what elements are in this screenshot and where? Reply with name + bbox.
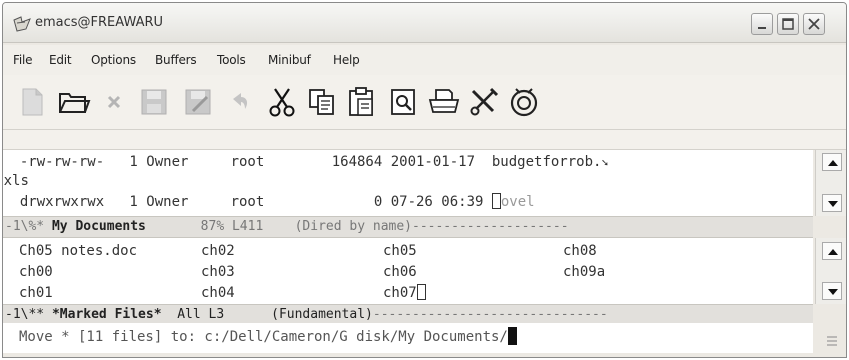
save-as-button[interactable] xyxy=(181,85,215,119)
menu-options[interactable]: Options xyxy=(91,53,136,67)
customize-button[interactable] xyxy=(467,85,501,119)
copy-icon xyxy=(309,89,334,115)
minibuffer[interactable]: Move * [11 files] to: c:/Dell/Cameron/G … xyxy=(3,323,813,353)
minimize-icon xyxy=(758,27,766,29)
save-button[interactable] xyxy=(137,85,171,119)
help-icon xyxy=(510,88,538,117)
dired-scrollbar[interactable] xyxy=(815,150,846,216)
menu-edit[interactable]: Edit xyxy=(49,53,72,67)
new-file-button[interactable] xyxy=(15,85,49,119)
scroll-down-button[interactable] xyxy=(822,282,842,300)
file-entry[interactable]: ch05 xyxy=(383,240,417,262)
scroll-up-button[interactable] xyxy=(822,242,842,260)
scroll-up-button[interactable] xyxy=(822,153,842,171)
close-icon xyxy=(808,18,820,30)
dired-pane[interactable]: -rw-rw-rw- 1 Owner root 164864 2001-01-1… xyxy=(3,150,813,216)
file-entry[interactable]: ch00 xyxy=(19,261,53,283)
new-file-icon xyxy=(22,88,43,116)
file-entry[interactable]: ch02 xyxy=(201,240,235,262)
emacs-window: emacs@FREAWARU File Edit Options Buffers… xyxy=(2,2,847,358)
file-entry[interactable]: ch03 xyxy=(201,261,235,283)
emacs-app-icon xyxy=(13,16,31,32)
file-entry[interactable]: ch06 xyxy=(383,261,417,283)
menu-file[interactable]: File xyxy=(13,53,32,67)
undo-button[interactable] xyxy=(223,85,257,119)
customize-icon xyxy=(470,87,499,116)
arrow-down-icon xyxy=(828,201,838,207)
maximize-button[interactable] xyxy=(777,13,799,35)
open-folder-icon xyxy=(59,93,91,113)
close-icon xyxy=(107,95,121,109)
menu-help[interactable]: Help xyxy=(333,53,360,67)
menu-bar: File Edit Options Buffers Tools Minibuf … xyxy=(3,45,846,75)
paste-icon xyxy=(349,87,373,116)
window-title: emacs@FREAWARU xyxy=(35,15,164,30)
minibuffer-prompt: Move * [11 files] to: c:/Dell/Cameron/G … xyxy=(19,329,508,345)
menu-buffers[interactable]: Buffers xyxy=(155,53,197,67)
open-folder-button[interactable] xyxy=(57,85,91,119)
help-button[interactable] xyxy=(507,85,541,119)
wrap-indicator: ➘ xyxy=(601,156,609,169)
dired-line[interactable]: ¢xls xyxy=(3,170,29,192)
copy-button[interactable] xyxy=(305,85,339,119)
toolbar-separator xyxy=(3,130,846,150)
mode-line-dired[interactable]: -1\%* My Documents 87% L411 (Dired by na… xyxy=(3,216,813,238)
close-buffer-button[interactable] xyxy=(97,85,131,119)
paste-button[interactable] xyxy=(345,85,379,119)
arrow-down-icon xyxy=(828,289,838,295)
minimize-button[interactable] xyxy=(751,13,773,35)
save-as-icon xyxy=(185,89,211,115)
maximize-icon xyxy=(782,18,794,30)
cut-icon xyxy=(269,88,295,117)
file-entry[interactable]: ch07 xyxy=(383,282,426,304)
save-icon xyxy=(141,89,167,115)
buffer-name: My Documents xyxy=(51,219,146,234)
resize-grip-icon[interactable] xyxy=(825,333,839,347)
dired-line[interactable]: drwxrwxrwx 1 Owner root 0 07-26 06:39 ov… xyxy=(3,191,535,213)
arrow-up-icon xyxy=(828,249,838,255)
file-entry[interactable]: ch09a xyxy=(563,261,605,283)
scroll-down-button[interactable] xyxy=(822,194,842,212)
menu-minibuf[interactable]: Minibuf xyxy=(268,53,311,67)
print-button[interactable] xyxy=(427,85,461,119)
title-bar[interactable]: emacs@FREAWARU xyxy=(3,3,846,43)
close-window-button[interactable] xyxy=(803,13,825,35)
search-icon xyxy=(391,89,415,115)
dired-line[interactable]: -rw-rw-rw- 1 Owner root 164864 2001-01-1… xyxy=(3,151,608,173)
file-entry[interactable]: ch08 xyxy=(563,240,597,262)
print-icon xyxy=(428,89,460,113)
undo-icon xyxy=(233,93,248,109)
toolbar xyxy=(3,75,846,130)
buffer-name: *Marked Files* xyxy=(51,307,162,322)
file-entry[interactable]: ch04 xyxy=(201,282,235,304)
cut-button[interactable] xyxy=(265,85,299,119)
marked-files-pane[interactable]: Ch05 notes.doc ch02 ch05 ch08 ch00 ch03 … xyxy=(3,238,813,304)
file-entry[interactable]: Ch05 notes.doc xyxy=(19,240,137,262)
arrow-up-icon xyxy=(828,160,838,166)
text-cursor xyxy=(491,193,501,209)
menu-tools[interactable]: Tools xyxy=(217,53,246,67)
marked-files-scrollbar[interactable] xyxy=(815,238,846,304)
search-button[interactable] xyxy=(387,85,421,119)
text-cursor xyxy=(507,327,517,345)
text-cursor xyxy=(416,284,426,300)
file-entry[interactable]: ch01 xyxy=(19,282,53,304)
